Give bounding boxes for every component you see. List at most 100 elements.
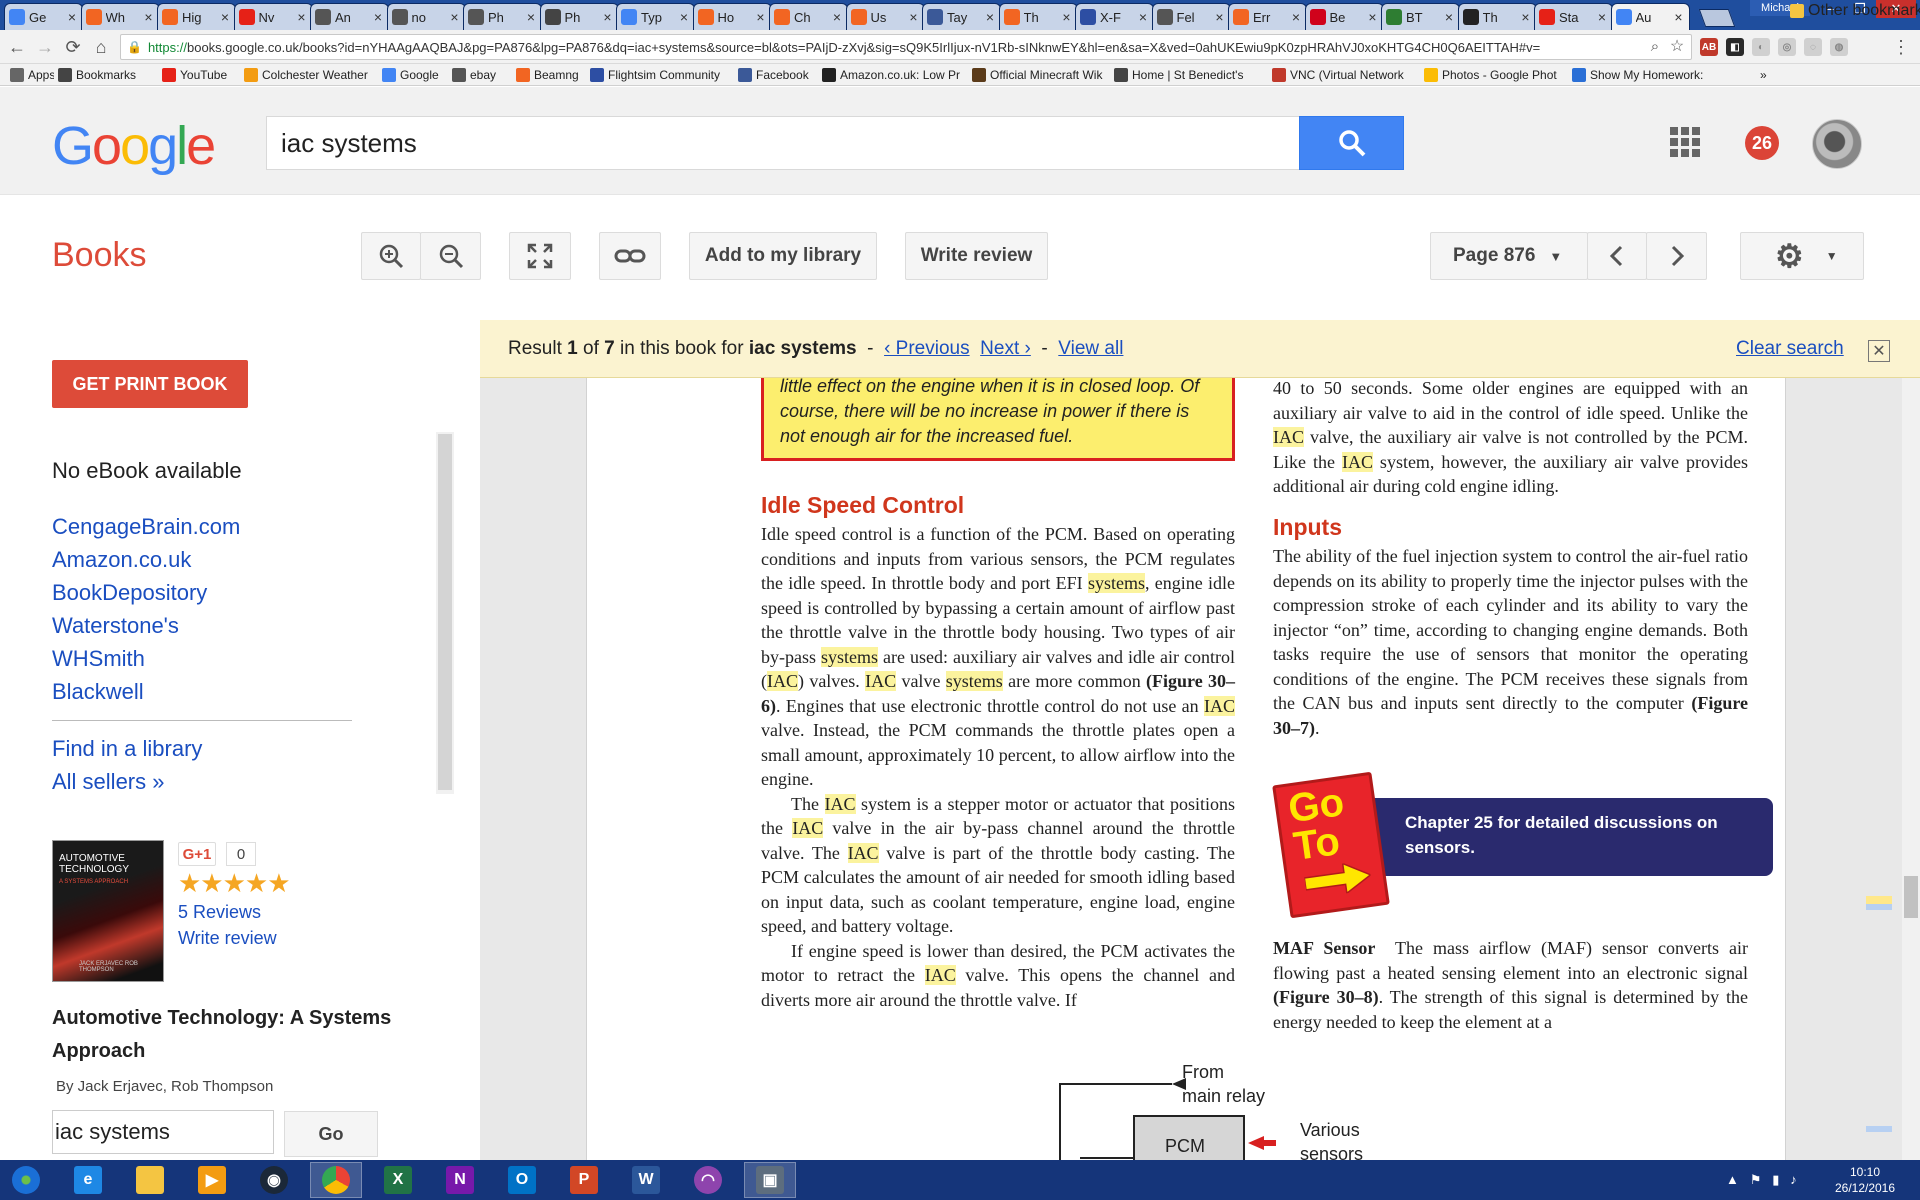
browser-tab[interactable]: Ge × [4,3,83,30]
reviews-link[interactable]: 5 Reviews [178,902,261,923]
more-bookmarks-icon[interactable]: » [1760,67,1767,83]
browser-tab[interactable]: Ch × [769,3,848,30]
close-tab-icon[interactable]: × [1214,9,1226,25]
taskbar-powerpoint[interactable]: P [558,1162,610,1198]
close-tab-icon[interactable]: × [1443,9,1455,25]
chrome-menu-icon[interactable]: ⋮ [1890,36,1912,58]
browser-tab[interactable]: Err × [1228,3,1307,30]
bookmark-item[interactable]: YouTube [162,67,240,83]
books-title[interactable]: Books [52,236,147,275]
book-cover[interactable]: AUTOMOTIVE TECHNOLOGY A SYSTEMS APPROACH… [52,840,164,982]
search-in-book-input[interactable]: iac systems [52,1110,274,1154]
zoom-in-button[interactable] [361,232,421,280]
close-tab-icon[interactable]: × [1520,9,1532,25]
close-tab-icon[interactable]: × [449,9,461,25]
browser-tab[interactable]: Th × [998,3,1078,30]
page-scrollbar[interactable] [1902,320,1920,1160]
taskbar-steam[interactable]: ◉ [248,1162,300,1198]
browser-tab[interactable]: no × [386,3,466,30]
go-button[interactable]: Go [284,1111,378,1157]
bookmark-item[interactable]: Photos - Google Phot [1424,67,1568,83]
browser-tab[interactable]: Th × [1457,3,1537,30]
bookmark-item[interactable]: Home | St Benedict's [1114,67,1268,83]
fullscreen-button[interactable] [509,232,571,280]
google-apps-icon[interactable] [1670,127,1700,157]
seller-link[interactable]: BookDepository [52,580,207,606]
bookmark-item[interactable]: VNC (Virtual Network [1272,67,1420,83]
extension-icon[interactable]: ◎ [1778,38,1796,56]
new-tab-button[interactable] [1698,9,1736,27]
taskbar-file-explorer[interactable] [124,1162,176,1198]
page-selector[interactable]: Page 876 ▼ [1430,232,1588,280]
browser-tab[interactable]: Nv × [233,3,313,30]
search-button[interactable] [1299,116,1404,170]
browser-tab[interactable]: Au × [1610,3,1690,30]
avatar[interactable] [1812,119,1862,169]
sidebar-scrollbar-thumb[interactable] [438,434,452,790]
taskbar-clock[interactable]: 10:10 26/12/2016 [1820,1164,1910,1196]
taskbar-media-player[interactable]: ▶ [186,1162,238,1198]
browser-tab[interactable]: Ph × [463,3,542,30]
bookmark-item[interactable]: Apps [10,67,54,83]
browser-tab[interactable]: X-F × [1075,3,1154,30]
browser-tab[interactable]: Fel × [1151,3,1231,30]
close-tab-icon[interactable]: × [984,9,996,25]
extension-icon[interactable]: ◧ [1726,38,1744,56]
bookmark-item[interactable]: Bookmarks [58,67,158,83]
close-tab-icon[interactable]: × [1673,9,1685,25]
close-tab-icon[interactable]: × [678,9,690,25]
taskbar-word[interactable]: W [620,1162,672,1198]
close-tab-icon[interactable]: × [755,9,767,25]
system-tray[interactable]: ▲ ⚑ ▮ ♪ [1726,1172,1797,1188]
close-tab-icon[interactable]: × [1290,9,1302,25]
address-bar[interactable]: 🔒 https:// books.google.co.uk/books?id=n… [120,34,1692,60]
extension-icon[interactable]: ◍ [1830,38,1848,56]
browser-tab[interactable]: Sta × [1534,3,1613,30]
clear-search-link[interactable]: Clear search [1736,338,1844,360]
next-page-button[interactable] [1646,232,1707,280]
bookmark-item[interactable]: Google [382,67,448,83]
extension-icon[interactable]: ◌ [1804,38,1822,56]
view-all-link[interactable]: View all [1058,338,1123,359]
close-tab-icon[interactable]: × [143,9,155,25]
get-print-book-button[interactable]: GET PRINT BOOK [52,360,248,408]
close-tab-icon[interactable]: × [525,9,537,25]
browser-tab[interactable]: Ph × [539,3,619,30]
write-review-button[interactable]: Write review [905,232,1048,280]
seller-link[interactable]: Waterstone's [52,613,179,639]
close-tab-icon[interactable]: × [66,9,78,25]
close-tab-icon[interactable]: × [1596,9,1608,25]
close-tab-icon[interactable]: × [908,9,920,25]
close-tab-icon[interactable]: × [1137,9,1149,25]
seller-link[interactable]: WHSmith [52,646,145,672]
back-icon[interactable]: ← [6,36,28,58]
home-icon[interactable]: ⌂ [90,36,112,58]
next-result-link[interactable]: Next › [980,338,1031,359]
gplus-button[interactable]: G+1 [178,842,216,866]
google-search-input[interactable]: iac systems [266,116,1300,170]
browser-tab[interactable]: Hig × [157,3,236,30]
browser-tab[interactable]: Typ × [616,3,695,30]
book-reader[interactable]: little effect on the engine when it is i… [480,320,1920,1160]
seller-link[interactable]: CengageBrain.com [52,514,240,540]
close-tab-icon[interactable]: × [1061,9,1073,25]
close-tab-icon[interactable]: × [831,9,843,25]
adblock-icon[interactable]: AB [1700,38,1718,56]
page-scrollbar-thumb[interactable] [1904,876,1918,918]
taskbar-onenote[interactable]: N [434,1162,486,1198]
browser-tab[interactable]: Wh × [80,3,160,30]
bookmark-item[interactable]: ebay [452,67,512,83]
browser-tab[interactable]: Be × [1304,3,1384,30]
taskbar-app[interactable]: ▣ [744,1162,796,1198]
close-tab-icon[interactable]: × [219,9,231,25]
bookmark-item[interactable]: Colchester Weather [244,67,378,83]
close-tab-icon[interactable]: × [296,9,308,25]
previous-page-button[interactable] [1587,232,1647,280]
bookmark-item[interactable]: Beamng [516,67,586,83]
bookmark-star-icon[interactable]: ☆ [1666,36,1688,58]
browser-tab[interactable]: An × [310,3,389,30]
browser-tab[interactable]: Tay × [922,3,1001,30]
bookmark-item[interactable]: Amazon.co.uk: Low Pr [822,67,968,83]
browser-tab[interactable]: Ho × [692,3,772,30]
all-sellers-link[interactable]: All sellers » [52,769,164,795]
